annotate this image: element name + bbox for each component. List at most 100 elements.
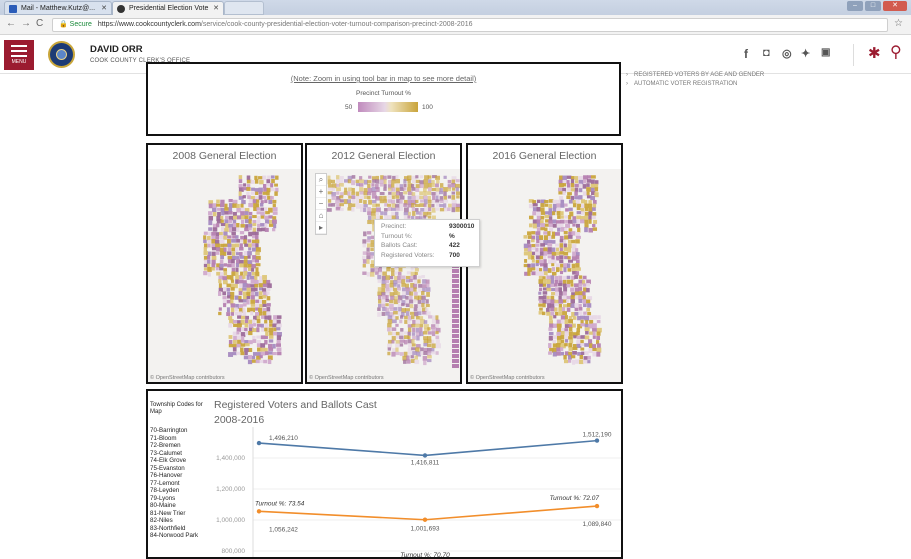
township-code-item: 76-Hanover bbox=[150, 472, 183, 479]
flickr-icon[interactable]: ◘ bbox=[763, 47, 770, 59]
township-code-item: 83-Northfield bbox=[150, 524, 186, 532]
secure-label: Secure bbox=[69, 21, 92, 28]
window-controls: – □ ✕ bbox=[845, 1, 907, 11]
site-favicon-icon bbox=[117, 5, 125, 13]
map-attribution: © OpenStreetMap contributors bbox=[470, 375, 545, 381]
map-title-2012: 2012 General Election bbox=[331, 150, 436, 162]
close-tab-icon[interactable]: ✕ bbox=[101, 2, 107, 14]
search-icon[interactable]: ⚲ bbox=[890, 42, 902, 62]
township-code-item: 75-Evanston bbox=[150, 464, 185, 472]
tooltip-registered-value: 700 bbox=[449, 251, 460, 259]
voters-chart-panel: Registered Voters and Ballots Cast 2008-… bbox=[207, 389, 623, 559]
address-bar[interactable]: 🔒 Secure https://www.cookcountyclerk.com… bbox=[52, 18, 888, 32]
data-point[interactable] bbox=[422, 517, 428, 522]
hamburger-icon bbox=[11, 45, 27, 57]
data-point[interactable] bbox=[594, 438, 600, 443]
township-code-item: 79-Lyons bbox=[150, 494, 176, 502]
url-host: https://www.cookcountyclerk.com bbox=[97, 21, 201, 28]
township-list: 70-Barrington 71-Bloom 72-Bremen 73-Calumet… bbox=[150, 427, 198, 540]
township-code-item: 80-Maine bbox=[150, 502, 176, 509]
back-arrow-icon[interactable]: ← bbox=[6, 18, 16, 29]
series-line[interactable] bbox=[258, 505, 598, 521]
tooltip-registered-label: Registered Voters: bbox=[381, 251, 435, 259]
map-toolbar: ⌕ + − ⌂ ▸ bbox=[315, 173, 327, 235]
tooltip-ballots-label: Ballots Cast: bbox=[381, 242, 418, 249]
minimize-icon[interactable]: – bbox=[847, 1, 863, 11]
y-tick-label: 1,400,000 bbox=[216, 455, 245, 462]
township-code-item: 71-Bloom bbox=[150, 434, 177, 442]
browser-tab-election[interactable]: Presidential Election Vote ✕ bbox=[112, 1, 224, 15]
sidebar-link-registered-voters[interactable]: REGISTERED VOTERS BY AGE AND GENDER bbox=[626, 72, 776, 79]
reload-icon[interactable]: C bbox=[36, 18, 43, 29]
legend-title: Precinct Turnout % bbox=[356, 90, 411, 97]
instagram-icon[interactable]: ◎ bbox=[782, 47, 792, 60]
map-panel-2016: 2016 General Election © OpenStreetMap co… bbox=[466, 143, 623, 384]
township-code-item: 74-Elk Grove bbox=[150, 457, 187, 464]
township-header: Township Codes for Map bbox=[150, 402, 203, 415]
org-name: DAVID ORR bbox=[90, 44, 143, 55]
pan-arrow-icon[interactable]: ▸ bbox=[316, 222, 326, 234]
precinct-map-2012[interactable]: ⌕ + − ⌂ ▸ © OpenStreetMap contributors bbox=[307, 169, 460, 382]
precinct-map-2008[interactable]: © OpenStreetMap contributors bbox=[148, 169, 301, 382]
data-point[interactable] bbox=[594, 503, 600, 509]
legend-max: 100 bbox=[422, 104, 433, 111]
sidebar-link-automatic-registration[interactable]: AUTOMATIC VOTER REGISTRATION bbox=[626, 81, 776, 88]
browser-toolbar: ← → C 🔒 Secure https://www.cookcountycle… bbox=[0, 15, 911, 35]
township-code-item: 78-Leyden bbox=[150, 487, 180, 494]
mail-icon bbox=[9, 5, 17, 13]
map-attribution: © OpenStreetMap contributors bbox=[150, 375, 225, 381]
precinct-shapes bbox=[327, 175, 460, 368]
twitter-icon[interactable]: ✦ bbox=[801, 47, 810, 60]
tab-label: Mail - Matthew.Kutz@... bbox=[21, 5, 96, 12]
county-seal-logo[interactable] bbox=[48, 41, 75, 68]
township-code-item: 84-Norwood Park bbox=[150, 532, 199, 539]
browser-tab-mail[interactable]: Mail - Matthew.Kutz@... ✕ bbox=[4, 1, 112, 15]
precinct-map-2016[interactable]: © OpenStreetMap contributors bbox=[468, 169, 621, 382]
search-map-icon[interactable]: ⌕ bbox=[316, 174, 326, 186]
data-point[interactable] bbox=[422, 453, 428, 458]
menu-label: MENU bbox=[11, 59, 27, 65]
precinct-shapes bbox=[523, 175, 602, 365]
turnout-color-scale[interactable] bbox=[358, 102, 418, 112]
menu-button[interactable]: MENU bbox=[4, 40, 34, 70]
y-tick-label: 1,200,000 bbox=[216, 486, 245, 493]
data-label: 1,056,242 bbox=[269, 526, 298, 533]
tooltip-turnout-value: % bbox=[449, 232, 455, 240]
bookmark-star-icon[interactable]: ☆ bbox=[894, 18, 903, 29]
map-title-2008: 2008 General Election bbox=[172, 150, 277, 162]
precinct-tooltip: Precinct: 9300010 Turnout %:% Ballots Cas… bbox=[374, 219, 480, 267]
close-tab-icon[interactable]: ✕ bbox=[213, 2, 219, 15]
maximize-icon[interactable]: □ bbox=[865, 1, 881, 11]
turnout-annotation: Turnout %: 72.07 bbox=[550, 495, 600, 502]
precinct-layer bbox=[203, 175, 282, 365]
home-icon[interactable]: ⌂ bbox=[316, 210, 326, 222]
forward-arrow-icon[interactable]: → bbox=[21, 18, 31, 29]
data-point[interactable] bbox=[256, 440, 262, 446]
browser-tab-bar: Mail - Matthew.Kutz@... ✕ Presidential E… bbox=[0, 0, 911, 15]
data-label: 1,512,190 bbox=[583, 432, 612, 439]
line-chart[interactable]: 1,400,0001,200,0001,000,000800,0001,496,… bbox=[207, 391, 621, 559]
map-panel-2008: 2008 General Election © OpenStreetMap co… bbox=[146, 143, 303, 384]
tooltip-precinct-label: Precinct: bbox=[381, 223, 407, 230]
header-divider bbox=[853, 44, 854, 66]
data-label: 1,416,811 bbox=[411, 459, 440, 466]
zoom-in-icon[interactable]: + bbox=[316, 186, 326, 198]
zoom-out-icon[interactable]: − bbox=[316, 198, 326, 210]
data-point[interactable] bbox=[256, 509, 262, 514]
turnout-annotation: Turnout %: 73.54 bbox=[255, 500, 305, 507]
new-tab-button[interactable] bbox=[224, 1, 264, 15]
facebook-icon[interactable]: f bbox=[744, 47, 748, 61]
series-line[interactable] bbox=[258, 439, 598, 457]
gear-icon[interactable]: ✱ bbox=[868, 44, 881, 62]
lock-icon: 🔒 bbox=[59, 21, 68, 28]
map-title-2016: 2016 General Election bbox=[492, 150, 597, 162]
data-label: 1,089,840 bbox=[583, 521, 612, 528]
precinct-shapes bbox=[203, 175, 282, 365]
youtube-icon[interactable]: ▣ bbox=[821, 47, 830, 58]
zoom-note: (Note: Zoom in using tool bar in map to … bbox=[290, 74, 477, 83]
tab-label: Presidential Election Vote bbox=[129, 5, 209, 12]
close-window-icon[interactable]: ✕ bbox=[883, 1, 907, 11]
township-code-item: 82-Niles bbox=[150, 517, 173, 524]
map-attribution: © OpenStreetMap contributors bbox=[309, 375, 384, 381]
turnout-annotation: Turnout %: 70.70 bbox=[400, 552, 450, 559]
